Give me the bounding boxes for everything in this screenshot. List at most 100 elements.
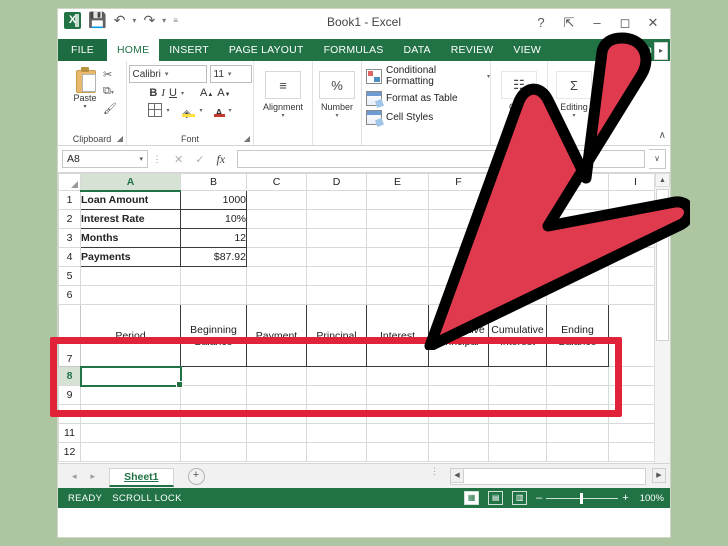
sheet-tab-sheet1[interactable]: Sheet1	[109, 467, 174, 487]
vertical-scroll-thumb[interactable]	[656, 189, 669, 341]
view-page-layout-button[interactable]: ▤	[488, 491, 504, 505]
cell-g6[interactable]	[488, 285, 547, 305]
cell-e12[interactable]	[366, 442, 429, 462]
cell-a1[interactable]: Loan Amount	[80, 190, 181, 210]
cell-g1[interactable]	[488, 190, 547, 210]
tab-overflow-icon[interactable]: ▸	[654, 42, 668, 60]
collapse-ribbon-icon[interactable]: ∧	[659, 130, 666, 141]
alignment-caret-icon[interactable]: ▾	[281, 112, 284, 119]
row-header-12[interactable]: 12	[58, 442, 81, 462]
cell-d3[interactable]	[306, 228, 367, 248]
tab-page-layout[interactable]: PAGE LAYOUT	[219, 39, 314, 61]
horizontal-scrollbar[interactable]	[450, 468, 646, 485]
cell-c12[interactable]	[246, 442, 307, 462]
cell-e3[interactable]	[366, 228, 429, 248]
cell-b4[interactable]: $87.92	[180, 247, 247, 267]
select-all-corner[interactable]	[58, 173, 81, 191]
cell-h6[interactable]	[546, 285, 609, 305]
hscroll-right-button[interactable]: ▶	[652, 468, 666, 483]
cell-c1[interactable]	[246, 190, 307, 210]
underline-button[interactable]: U	[169, 87, 177, 99]
cell-f11[interactable]	[428, 423, 489, 443]
font-family-caret-icon[interactable]: ▾	[165, 70, 169, 78]
cell-g4[interactable]	[488, 247, 547, 267]
tab-formulas[interactable]: FORMULAS	[314, 39, 394, 61]
cell-b6[interactable]	[180, 285, 247, 305]
row-header-1[interactable]: 1	[58, 190, 81, 210]
font-color-icon[interactable]: A	[213, 103, 225, 119]
cell-h11[interactable]	[546, 423, 609, 443]
tab-file[interactable]: FILE	[58, 39, 107, 61]
tab-review[interactable]: REVIEW	[441, 39, 504, 61]
ribbon-display-options-icon[interactable]: ⇱	[556, 13, 582, 33]
close-button[interactable]: ✕	[640, 13, 666, 33]
column-header-h[interactable]: H	[546, 173, 609, 191]
fill-color-caret-icon[interactable]: ▾	[199, 107, 202, 114]
column-header-e[interactable]: E	[366, 173, 429, 191]
name-box[interactable]: A8 ▾	[62, 150, 148, 168]
cell-h3[interactable]	[546, 228, 609, 248]
cell-c4[interactable]	[246, 247, 307, 267]
borders-caret-icon[interactable]: ▾	[166, 107, 169, 114]
name-box-caret-icon[interactable]: ▾	[139, 155, 143, 163]
expand-formula-bar-icon[interactable]: ∨	[649, 149, 666, 169]
cell-f2[interactable]	[428, 209, 489, 229]
cell-f4[interactable]	[428, 247, 489, 267]
bold-button[interactable]: B	[149, 87, 157, 99]
cell-d11[interactable]	[306, 423, 367, 443]
borders-icon[interactable]	[148, 103, 163, 117]
cell-a4[interactable]: Payments	[80, 247, 181, 267]
font-size-select[interactable]: 11 ▾	[209, 65, 252, 83]
clipboard-dialog-launcher-icon[interactable]: ◢	[117, 134, 123, 143]
tab-insert[interactable]: INSERT	[159, 39, 219, 61]
help-button[interactable]: ?	[528, 13, 554, 33]
paste-caret-icon[interactable]: ▾	[67, 103, 103, 117]
cell-g12[interactable]	[488, 442, 547, 462]
cell-b5[interactable]	[180, 266, 247, 286]
cell-h12[interactable]	[546, 442, 609, 462]
row-header-3[interactable]: 3	[58, 228, 81, 248]
cell-d2[interactable]	[306, 209, 367, 229]
cell-f6[interactable]	[428, 285, 489, 305]
font-color-caret-icon[interactable]: ▾	[229, 107, 232, 114]
sign-in-link[interactable]: Sign in	[620, 39, 652, 61]
column-header-c[interactable]: C	[246, 173, 307, 191]
view-page-break-button[interactable]: ▥	[512, 491, 528, 505]
column-header-a[interactable]: A	[80, 173, 181, 192]
cell-b1[interactable]: 1000	[180, 190, 247, 210]
vertical-scrollbar[interactable]: ▲	[654, 173, 670, 463]
cell-a12[interactable]	[80, 442, 181, 462]
cell-f3[interactable]	[428, 228, 489, 248]
alignment-icon[interactable]: ≡	[265, 71, 301, 99]
cell-e1[interactable]	[366, 190, 429, 210]
cell-styles-button[interactable]: Cell Styles	[362, 110, 490, 125]
cell-e6[interactable]	[366, 285, 429, 305]
cancel-icon[interactable]: ✕	[174, 153, 183, 166]
underline-caret-icon[interactable]: ▾	[181, 90, 184, 97]
cell-d12[interactable]	[306, 442, 367, 462]
tab-view[interactable]: VIEW	[503, 39, 551, 61]
cell-h5[interactable]	[546, 266, 609, 286]
row-header-5[interactable]: 5	[58, 266, 81, 286]
cell-a3[interactable]: Months	[80, 228, 181, 248]
font-dialog-launcher-icon[interactable]: ◢	[244, 134, 250, 143]
zoom-slider-thumb[interactable]	[580, 492, 584, 504]
minimize-button[interactable]: –	[584, 13, 610, 33]
font-family-select[interactable]: Calibri ▾	[128, 65, 207, 83]
row-header-2[interactable]: 2	[58, 209, 81, 229]
cell-c2[interactable]	[246, 209, 307, 229]
cell-d6[interactable]	[306, 285, 367, 305]
insert-function-icon[interactable]: fx	[216, 152, 225, 167]
conditional-formatting-button[interactable]: Conditional Formatting ▾	[362, 65, 490, 87]
maximize-button[interactable]: ◻	[612, 13, 638, 33]
cells-icon[interactable]: ☷	[501, 71, 537, 99]
cells-caret-icon[interactable]: ▾	[517, 112, 520, 119]
cell-c5[interactable]	[246, 266, 307, 286]
cell-a6[interactable]	[80, 285, 181, 305]
view-normal-button[interactable]: ▦	[464, 491, 480, 505]
conditional-formatting-caret-icon[interactable]: ▾	[487, 73, 490, 80]
add-sheet-button[interactable]: +	[187, 467, 205, 485]
enter-icon[interactable]: ✓	[195, 153, 204, 166]
number-format-icon[interactable]: %	[319, 71, 355, 99]
format-painter-icon[interactable]: 🖌	[103, 102, 117, 116]
